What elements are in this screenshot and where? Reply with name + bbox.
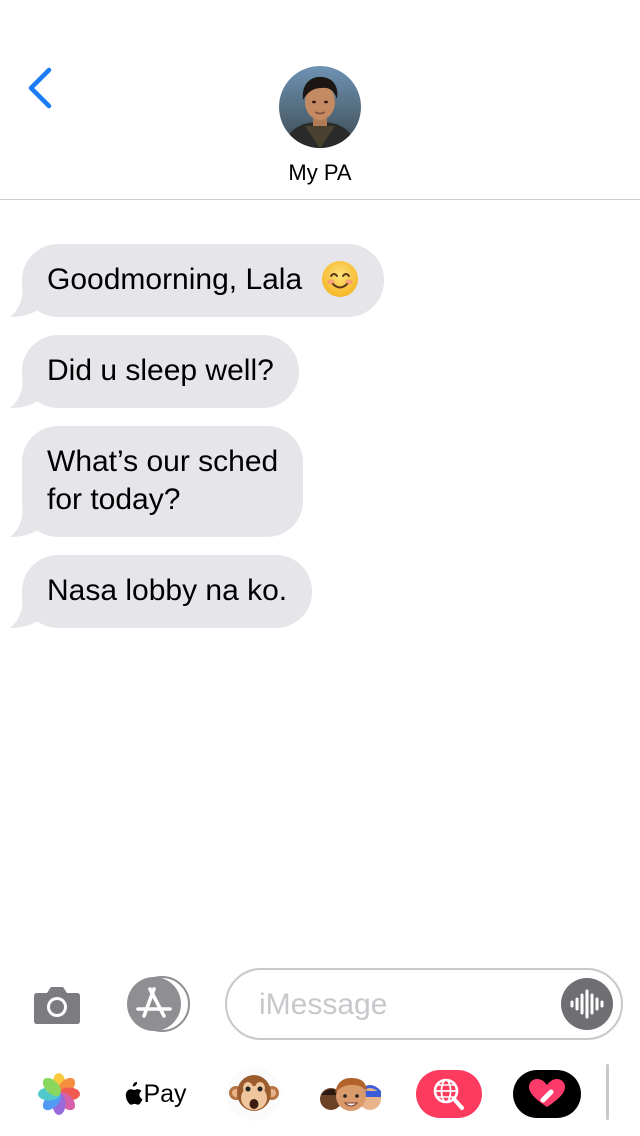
contact-avatar[interactable] — [279, 66, 361, 148]
photos-app-button[interactable] — [36, 1064, 82, 1124]
incoming-message-bubble[interactable]: Goodmorning, Lala — [10, 244, 384, 317]
compose-bar — [0, 960, 640, 1050]
message-text: Goodmorning, Lala — [47, 263, 303, 296]
animoji-monkey-icon — [227, 1067, 281, 1121]
audio-waveform-icon — [570, 989, 604, 1019]
memoji-stickers-icon — [320, 1077, 381, 1111]
message-text-line: for today? — [47, 483, 181, 516]
message-input-field[interactable] — [225, 968, 623, 1040]
contact-name[interactable]: My PA — [0, 160, 640, 186]
smiling-face-emoji — [321, 261, 358, 298]
web-search-button[interactable] — [416, 1064, 482, 1124]
bubble-tail — [10, 287, 44, 317]
camera-icon — [34, 987, 80, 1024]
digital-touch-button[interactable] — [512, 1064, 582, 1124]
message-text: Nasa lobby na ko. — [47, 574, 288, 607]
bubble-tail — [10, 598, 44, 628]
audio-message-button[interactable] — [561, 978, 613, 1030]
avatar-photo — [279, 66, 361, 148]
web-search-icon — [416, 1070, 482, 1118]
conversation-header: My PA — [0, 0, 640, 200]
drawer-divider — [606, 1064, 609, 1120]
apple-pay-icon — [126, 1082, 143, 1105]
imessage-input[interactable] — [257, 984, 551, 1026]
bubble-tail — [10, 378, 44, 408]
back-button[interactable] — [18, 62, 62, 114]
animoji-button[interactable] — [224, 1064, 284, 1124]
message-text-line: What’s our sched — [47, 445, 279, 478]
app-store-button[interactable] — [124, 976, 192, 1032]
memoji-stickers-button[interactable] — [316, 1064, 386, 1124]
camera-button[interactable] — [30, 978, 84, 1032]
chevron-left-icon — [28, 67, 52, 109]
messages-screen: My PA Goodmorning, Lala Did u sleep well… — [0, 0, 640, 1136]
incoming-message-bubble[interactable]: Nasa lobby na ko. — [10, 555, 313, 628]
digital-touch-icon — [513, 1070, 581, 1118]
incoming-message-bubble[interactable]: Did u sleep well? — [10, 335, 299, 408]
imessage-app-drawer: Pay — [0, 1058, 640, 1128]
message-text: Did u sleep well? — [47, 354, 274, 387]
apple-pay-button[interactable]: Pay — [122, 1064, 188, 1124]
incoming-message-bubble[interactable]: What’s our sched for today? — [10, 426, 304, 537]
apple-pay-label: Pay — [143, 1079, 187, 1108]
bubble-tail — [10, 507, 44, 537]
photos-app-icon — [38, 1073, 80, 1115]
app-store-icon — [127, 976, 190, 1032]
